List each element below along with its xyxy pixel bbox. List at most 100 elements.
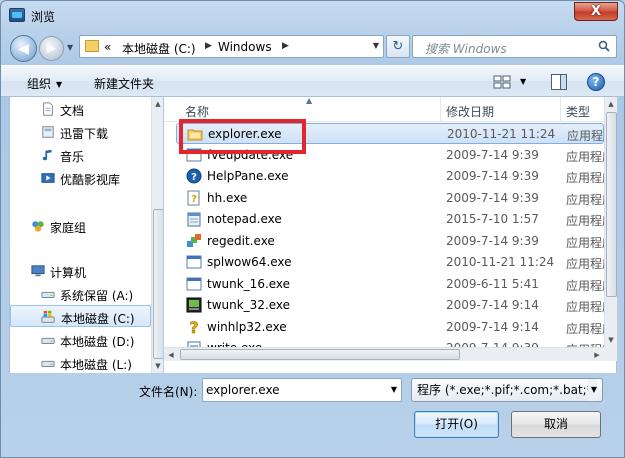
file-row-winhlp32[interactable]: ? winhlp32.exe 2009-7-14 9:14 应用程序	[176, 317, 604, 338]
breadcrumb-windows[interactable]: Windows	[218, 40, 272, 54]
search-box[interactable]: 搜索 Windows	[412, 35, 617, 58]
file-row-helppane[interactable]: ? HelpPane.exe 2009-7-14 9:39 应用程序	[176, 166, 604, 187]
column-divider[interactable]	[560, 97, 561, 121]
homegroup-icon	[32, 221, 44, 232]
window-title: 浏览	[31, 10, 56, 24]
title-bar: 浏览 X	[1, 1, 624, 31]
file-type-filter[interactable]: 程序 (*.exe;*.pif;*.com;*.bat;*. ▼	[411, 378, 603, 402]
file-row-explorer[interactable]: explorer.exe 2010-11-21 11:24 应用程序	[176, 123, 605, 144]
drive-icon	[41, 291, 55, 298]
computer-icon	[31, 265, 45, 277]
filelist-horizontal-scrollbar[interactable]: ◀ ▶	[164, 347, 604, 361]
scroll-down-icon[interactable]: ▼	[152, 359, 163, 373]
browse-dialog: 浏览 X ◀ ▶ ▼ « 本地磁盘 (C:) ▶ Windows ▶ ▼ ↻ 搜…	[0, 0, 625, 458]
registry-icon	[187, 234, 201, 247]
exe-icon	[186, 255, 202, 269]
video-icon	[41, 173, 55, 183]
help-doc-icon: ?	[187, 190, 200, 206]
forward-button[interactable]: ▶	[39, 36, 64, 61]
refresh-icon: ↻	[392, 39, 404, 54]
column-type[interactable]: 类型	[566, 103, 590, 120]
windows-drive-icon	[41, 310, 55, 323]
file-row-splwow64[interactable]: splwow64.exe 2010-11-21 11:24 应用程序	[176, 252, 604, 273]
chevron-right-icon[interactable]: ▶	[205, 41, 212, 51]
document-icon	[43, 102, 53, 116]
scroll-right-icon[interactable]: ▶	[590, 348, 604, 362]
scroll-thumb[interactable]	[606, 112, 617, 297]
notepad-icon	[187, 212, 201, 227]
cancel-button[interactable]: 取消	[511, 411, 601, 438]
drive-icon	[41, 337, 55, 344]
column-divider[interactable]	[440, 97, 441, 121]
filename-input[interactable]: explorer.exe ▼	[202, 378, 402, 402]
breadcrumb-overflow[interactable]: «	[104, 40, 111, 54]
navigation-pane: 文档 迅雷下载 音乐 优酷影视库 家庭组 计算机 系统保留 (A:) 本地磁盘	[9, 97, 163, 373]
preview-pane-icon[interactable]	[551, 74, 567, 90]
sort-ascending-icon: ▲	[306, 97, 313, 105]
file-row-twunk16[interactable]: twunk_16.exe 2009-6-11 5:41 应用程序	[176, 274, 604, 295]
chevron-down-icon[interactable]: ▼	[587, 379, 597, 401]
help-question-icon: ?	[189, 319, 199, 335]
view-options-icon[interactable]	[493, 75, 511, 89]
scroll-thumb[interactable]	[153, 209, 163, 359]
svg-text:?: ?	[191, 194, 197, 205]
new-folder-button[interactable]: 新建文件夹	[94, 75, 154, 92]
explorer-folder-icon	[187, 129, 203, 141]
command-bar: 组织 ▼ 新建文件夹 ▼ ?	[1, 65, 624, 97]
chevron-down-icon[interactable]: ▼	[391, 379, 397, 401]
drive-icon	[41, 360, 55, 367]
nav-item-youku-video[interactable]: 优酷影视库	[10, 167, 151, 189]
library-icon	[42, 126, 54, 138]
exe-icon	[186, 148, 202, 162]
nav-item-drive-c[interactable]: 本地磁盘 (C:)	[10, 305, 151, 327]
nav-item-drive-d[interactable]: 本地磁盘 (D:)	[10, 329, 151, 351]
recent-pages-dropdown[interactable]: ▼	[67, 43, 73, 52]
column-header: ▲ 名称 修改日期 类型	[164, 97, 616, 122]
file-row-notepad[interactable]: notepad.exe 2015-7-10 1:57 应用程序	[176, 209, 604, 230]
scroll-down-icon[interactable]: ▼	[605, 333, 617, 347]
filelist-vertical-scrollbar[interactable]: ▲ ▼	[604, 97, 617, 347]
refresh-button[interactable]: ↻	[386, 35, 410, 58]
filter-value: 程序 (*.exe;*.pif;*.com;*.bat;*.	[417, 383, 597, 397]
file-list: ▲ 名称 修改日期 类型 explorer.exe 2010-11-21 11:…	[164, 97, 617, 373]
breadcrumb-local-disk-c[interactable]: 本地磁盘 (C:)	[122, 40, 196, 57]
nav-item-homegroup[interactable]: 家庭组	[10, 215, 151, 237]
help-icon[interactable]: ?	[587, 73, 605, 91]
search-icon[interactable]	[598, 40, 610, 52]
forward-arrow-icon: ▶	[46, 41, 57, 56]
address-bar[interactable]: « 本地磁盘 (C:) ▶ Windows ▶ ▼	[79, 35, 384, 58]
nav-item-drive-a[interactable]: 系统保留 (A:)	[10, 283, 151, 305]
nav-item-music[interactable]: 音乐	[10, 144, 151, 166]
close-button[interactable]: X	[574, 2, 618, 21]
search-placeholder: 搜索 Windows	[425, 42, 507, 56]
back-button[interactable]: ◀	[10, 35, 37, 62]
file-row-regedit[interactable]: regedit.exe 2009-7-14 9:39 应用程序	[176, 231, 604, 252]
scanner-icon	[186, 297, 202, 313]
column-name[interactable]: 名称	[185, 103, 209, 120]
address-dropdown[interactable]: ▼	[373, 41, 379, 50]
chevron-right-icon[interactable]: ▶	[282, 41, 289, 51]
organize-button[interactable]: 组织 ▼	[27, 75, 62, 92]
nav-item-computer[interactable]: 计算机	[10, 260, 151, 282]
file-row-hh[interactable]: ? hh.exe 2009-7-14 9:39 应用程序	[176, 188, 604, 209]
app-icon	[9, 8, 25, 22]
column-date[interactable]: 修改日期	[446, 103, 494, 120]
open-button[interactable]: 打开(O)	[414, 411, 499, 438]
svg-text:?: ?	[191, 172, 197, 183]
nav-item-drive-l[interactable]: 本地磁盘 (L:)	[10, 352, 151, 373]
file-row-fveupdate[interactable]: fveupdate.exe 2009-7-14 9:39 应用程序	[176, 145, 604, 166]
scroll-up-icon[interactable]: ▲	[152, 97, 163, 111]
navpane-scrollbar[interactable]: ▲ ▼	[151, 97, 163, 373]
file-row-twunk32[interactable]: twunk_32.exe 2009-7-14 9:14 应用程序	[176, 295, 604, 316]
exe-icon	[186, 277, 202, 291]
music-icon	[42, 149, 52, 161]
chevron-down-icon: ▼	[56, 80, 63, 89]
nav-item-documents[interactable]: 文档	[10, 98, 151, 120]
filename-label: 文件名(N):	[139, 385, 198, 399]
scroll-left-icon[interactable]: ◀	[164, 348, 178, 362]
view-dropdown[interactable]: ▼	[520, 77, 526, 86]
scroll-thumb[interactable]	[180, 349, 460, 360]
nav-item-xunlei-downloads[interactable]: 迅雷下载	[10, 121, 151, 143]
scroll-up-icon[interactable]: ▲	[605, 97, 617, 111]
scroll-corner	[604, 347, 617, 361]
